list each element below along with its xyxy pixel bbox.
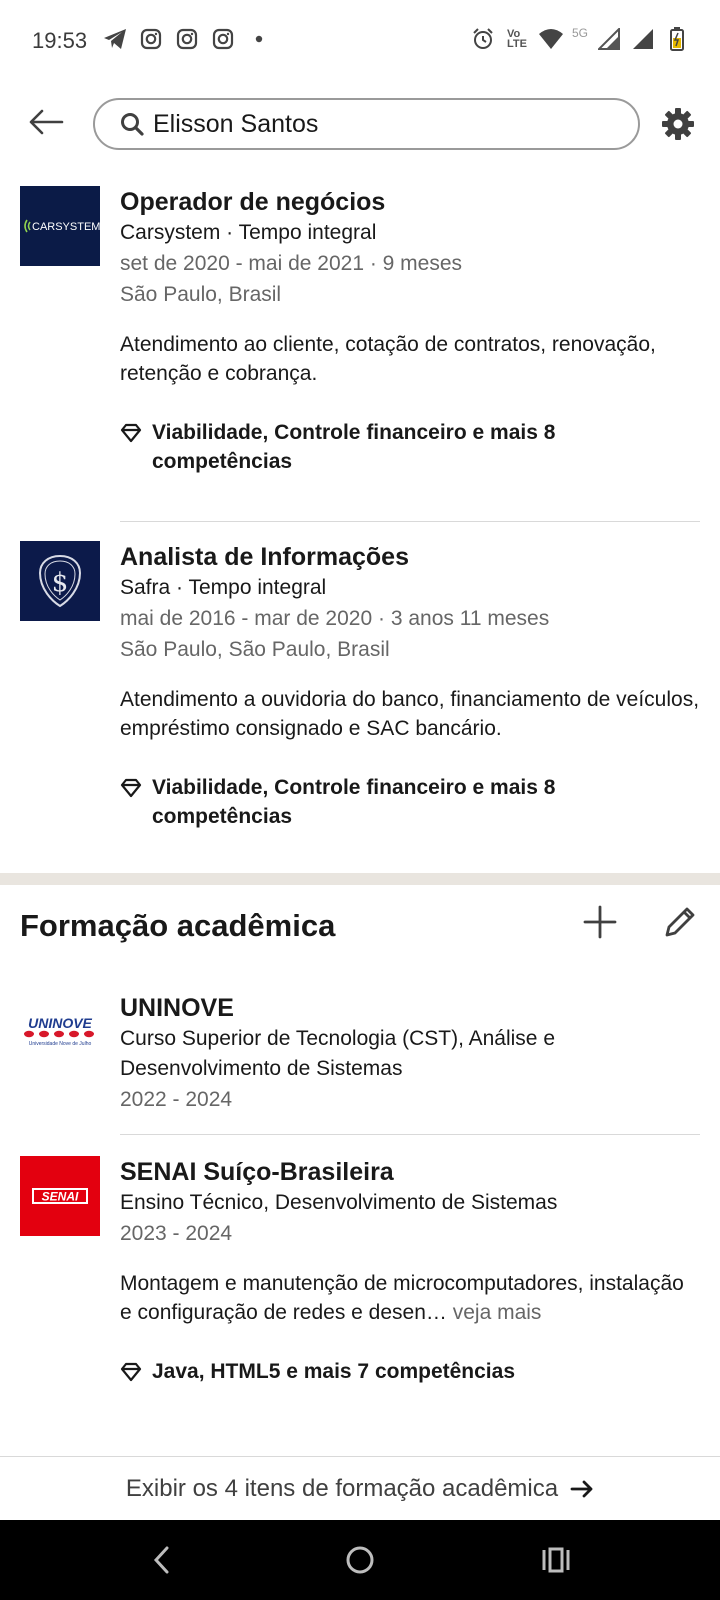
diamond-icon [120,423,142,443]
status-time: 19:53 [32,28,88,53]
education-years: 2023 - 2024 [120,1222,233,1245]
education-section-title: Formação acadêmica [20,908,336,943]
skills-text: Java, HTML5 e mais 7 competências [152,1360,515,1383]
system-navigation-bar [0,1520,720,1600]
system-icons: Vo LTE 5G [470,26,690,52]
skills-text: Viabilidade, Controle financeiro e mais … [152,421,556,473]
see-more-link[interactable]: veja mais [453,1301,542,1324]
school-name: SENAI Suíço-Brasileira [120,1158,394,1186]
job-description: Atendimento a ouvidoria do banco, financ… [120,688,700,740]
arrow-left-icon [29,109,64,135]
senai-logo-text: SENAI [42,1190,79,1204]
nav-recents-button[interactable] [534,1540,578,1580]
nav-back-button[interactable] [140,1540,184,1580]
volte-icon: Vo LTE [507,28,527,50]
edit-education-button[interactable] [658,900,702,944]
dot-icon [246,26,272,52]
degree: Curso Superior de Tecnologia (CST), Anál… [120,1027,556,1080]
add-education-button[interactable] [578,900,622,944]
search-value: Elisson Santos [153,109,319,138]
plus-icon [583,905,617,939]
safra-logo: $ [20,541,100,621]
divider [120,521,700,522]
show-all-education-link[interactable]: Exibir os 4 itens de formação acadêmica [0,1456,720,1520]
senai-logo: SENAI [20,1156,100,1236]
alarm-icon [470,26,496,52]
search-input[interactable]: Elisson Santos [93,98,640,150]
chevron-left-icon [153,1546,169,1574]
search-icon [119,111,145,137]
skills-link[interactable]: Viabilidade, Controle financeiro e mais … [120,773,700,831]
education-years: 2022 - 2024 [120,1088,233,1111]
back-button[interactable] [22,98,70,146]
settings-button[interactable] [654,100,702,148]
job-location: São Paulo, Brasil [120,283,282,306]
battery-icon [664,26,690,52]
nav-home-button[interactable] [338,1540,382,1580]
instagram-icon [138,26,164,52]
signal-icon [596,26,622,52]
skills-link[interactable]: Java, HTML5 e mais 7 competências [120,1357,700,1386]
gear-icon [662,108,694,140]
job-dates: set de 2020 - mai de 2021 · 9 meses [120,252,463,275]
uninove-logo-subtext: Universidade Nove de Julho [29,1041,92,1047]
diamond-icon [120,1362,142,1382]
carsystem-logo-text: CARSYSTEM [32,221,100,233]
uninove-logo-text: UNINOVE [28,1015,92,1031]
company-name: Carsystem · Tempo integral [120,221,377,244]
telegram-icon [102,26,128,52]
signal-icon [630,26,656,52]
arrow-right-icon [570,1479,594,1499]
degree: Ensino Técnico, Desenvolvimento de Siste… [120,1191,558,1214]
job-description: Atendimento ao cliente, cotação de contr… [120,333,656,385]
school-name: UNINOVE [120,994,234,1022]
home-circle-icon [346,1546,374,1574]
svg-text:$: $ [52,568,69,598]
education-description-text: Montagem e manutenção de microcomputador… [120,1272,684,1324]
section-separator [0,873,720,885]
status-bar: 19:53 Vo LTE 5G [0,0,720,84]
skills-text: Viabilidade, Controle financeiro e mais … [152,776,556,828]
carsystem-logo: CARSYSTEM [20,186,100,266]
divider [120,1134,700,1135]
company-name: Safra · Tempo integral [120,576,327,599]
pencil-icon [665,907,695,937]
skills-link[interactable]: Viabilidade, Controle financeiro e mais … [120,418,700,476]
show-all-label: Exibir os 4 itens de formação acadêmica [125,1474,559,1502]
diamond-icon [120,778,142,798]
job-title: Analista de Informações [120,543,409,571]
education-description: Montagem e manutenção de microcomputador… [120,1269,700,1327]
recent-apps-icon [542,1547,570,1573]
search-header: Elisson Santos [0,84,720,168]
notification-icons [102,26,272,52]
job-dates: mai de 2016 - mar de 2020 · 3 anos 11 me… [120,607,550,630]
job-location: São Paulo, São Paulo, Brasil [120,638,390,661]
instagram-icon [210,26,236,52]
instagram-icon [174,26,200,52]
job-title: Operador de negócios [120,188,386,216]
uninove-logo: UNINOVE Universidade Nove de Julho [20,992,100,1072]
network-type: 5G [571,26,588,40]
wifi-icon [538,26,564,52]
